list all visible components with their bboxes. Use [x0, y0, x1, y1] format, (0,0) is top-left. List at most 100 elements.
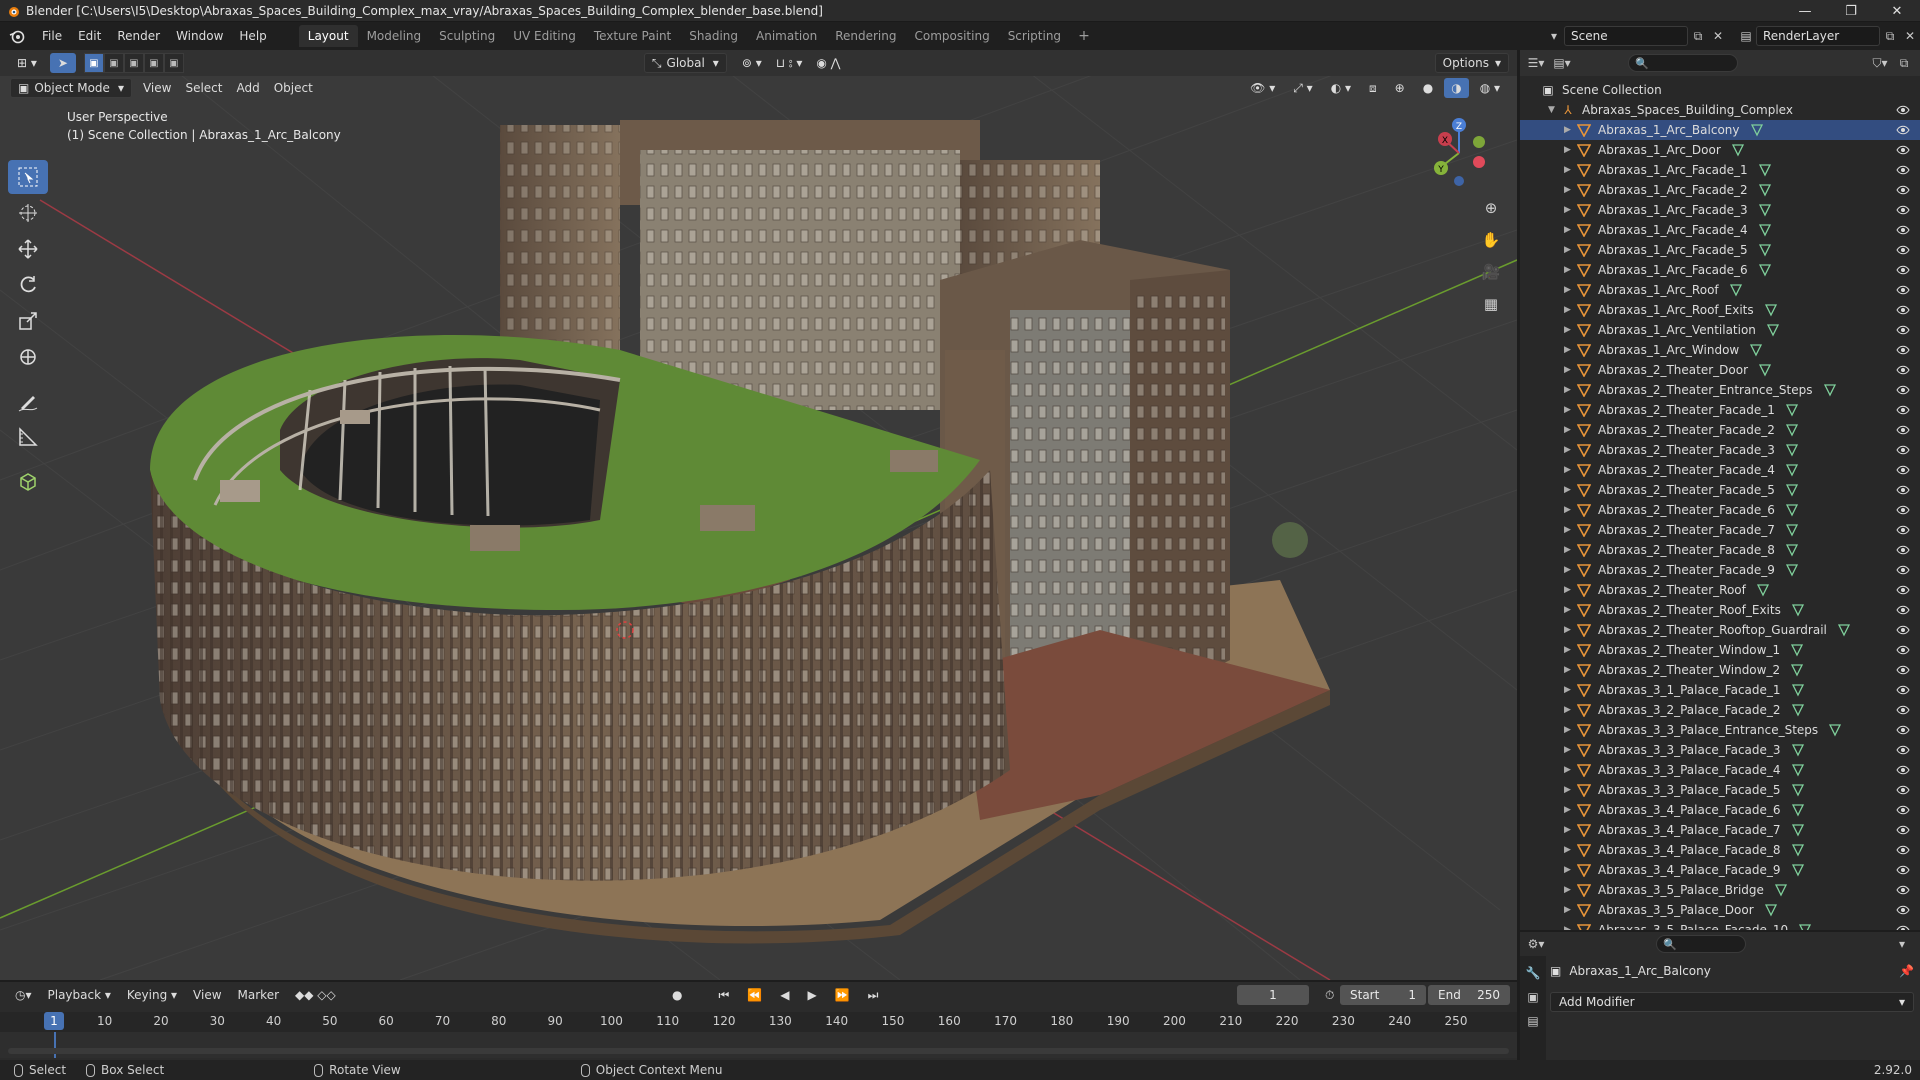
ortho-grid-icon[interactable]: ▦: [1478, 291, 1504, 317]
outliner-object-row[interactable]: ▶ Abraxas_1_Arc_Window: [1520, 340, 1920, 360]
expand-arrow-icon[interactable]: ▶: [1564, 625, 1576, 635]
eye-icon[interactable]: [1896, 623, 1910, 637]
outliner-object-row[interactable]: ▶ Abraxas_1_Arc_Door: [1520, 140, 1920, 160]
expand-arrow-icon[interactable]: ▶: [1564, 365, 1576, 375]
mesh-data-icon[interactable]: [1823, 383, 1837, 397]
expand-arrow-icon[interactable]: ▶: [1564, 605, 1576, 615]
navigation-gizmo[interactable]: Z Y X: [1425, 115, 1495, 190]
outliner-editor-type-icon[interactable]: ☰▾: [1526, 53, 1546, 73]
outliner-object-row[interactable]: ▶ Abraxas_1_Arc_Facade_6: [1520, 260, 1920, 280]
outliner-object-row[interactable]: ▶ Abraxas_3_4_Palace_Facade_6: [1520, 800, 1920, 820]
expand-arrow-icon[interactable]: ▶: [1564, 805, 1576, 815]
tab-uv-editing[interactable]: UV Editing: [504, 25, 585, 47]
eye-icon[interactable]: [1896, 543, 1910, 557]
new-view-layer-icon[interactable]: ⧉: [1880, 26, 1900, 46]
mesh-data-icon[interactable]: [1791, 743, 1805, 757]
move-tool-icon[interactable]: [8, 232, 48, 266]
expand-arrow-icon[interactable]: ▶: [1564, 565, 1576, 575]
expand-arrow-icon[interactable]: ▶: [1564, 885, 1576, 895]
outliner-object-row[interactable]: ▶ Abraxas_3_3_Palace_Facade_3: [1520, 740, 1920, 760]
expand-arrow-icon[interactable]: ▶: [1564, 125, 1576, 135]
menu-object[interactable]: Object: [267, 78, 320, 98]
mode-subtract-icon[interactable]: ▣: [123, 53, 144, 73]
new-scene-icon[interactable]: ⧉: [1688, 26, 1708, 46]
mesh-data-icon[interactable]: [1731, 143, 1745, 157]
expand-arrow-icon[interactable]: ▶: [1564, 425, 1576, 435]
mesh-data-icon[interactable]: [1791, 843, 1805, 857]
transform-orientation-dropdown[interactable]: ⤡ Global ▾: [643, 53, 727, 73]
outliner-object-row[interactable]: ▶ Abraxas_2_Theater_Facade_3: [1520, 440, 1920, 460]
eye-icon[interactable]: [1896, 923, 1910, 930]
eye-icon[interactable]: [1896, 663, 1910, 677]
expand-arrow-icon[interactable]: ▶: [1564, 525, 1576, 535]
mesh-data-icon[interactable]: [1758, 183, 1772, 197]
eye-icon[interactable]: [1896, 823, 1910, 837]
eye-icon[interactable]: [1896, 343, 1910, 357]
expand-arrow-icon[interactable]: ▶: [1564, 225, 1576, 235]
expand-arrow-icon[interactable]: ▶: [1564, 325, 1576, 335]
eye-icon[interactable]: [1896, 183, 1910, 197]
mesh-data-icon[interactable]: [1758, 163, 1772, 177]
tab-layout[interactable]: Layout: [298, 25, 358, 47]
eye-icon[interactable]: [1896, 763, 1910, 777]
eye-icon[interactable]: [1896, 583, 1910, 597]
mesh-data-icon[interactable]: [1785, 403, 1799, 417]
eye-icon[interactable]: [1896, 563, 1910, 577]
rendered-shading-icon[interactable]: ◍ ▾: [1473, 78, 1507, 98]
mesh-data-icon[interactable]: [1791, 683, 1805, 697]
outliner-object-row[interactable]: ▶ Abraxas_2_Theater_Rooftop_Guardrail: [1520, 620, 1920, 640]
outliner-search-input[interactable]: 🔍: [1628, 54, 1738, 72]
jump-end-icon[interactable]: ⏭: [861, 985, 886, 1005]
outliner-object-row[interactable]: ▶ Abraxas_3_1_Palace_Facade_1: [1520, 680, 1920, 700]
view-layer-icon[interactable]: ▤: [1736, 26, 1756, 46]
mesh-data-icon[interactable]: [1749, 343, 1763, 357]
scene-field[interactable]: Scene: [1564, 26, 1688, 46]
outliner-object-row[interactable]: ▶ Abraxas_2_Theater_Facade_9: [1520, 560, 1920, 580]
eye-icon[interactable]: [1896, 103, 1910, 117]
expand-arrow-icon[interactable]: ▶: [1564, 465, 1576, 475]
outliner-object-row[interactable]: ▶ Abraxas_1_Arc_Facade_3: [1520, 200, 1920, 220]
tab-scripting[interactable]: Scripting: [999, 25, 1070, 47]
timeline-scrollbar[interactable]: [8, 1048, 1509, 1054]
play-reverse-icon[interactable]: ◀: [773, 985, 796, 1005]
menu-add[interactable]: Add: [229, 78, 266, 98]
eye-icon[interactable]: [1896, 523, 1910, 537]
outliner-object-row[interactable]: ▶ Abraxas_2_Theater_Facade_5: [1520, 480, 1920, 500]
eye-icon[interactable]: [1896, 603, 1910, 617]
scale-tool-icon[interactable]: [8, 304, 48, 338]
eye-icon[interactable]: [1896, 743, 1910, 757]
expand-arrow-icon[interactable]: ▶: [1564, 585, 1576, 595]
outliner-object-row[interactable]: ▶ Abraxas_1_Arc_Balcony: [1520, 120, 1920, 140]
expand-arrow-icon[interactable]: ▶: [1564, 745, 1576, 755]
eye-icon[interactable]: [1896, 883, 1910, 897]
annotate-tool-icon[interactable]: [8, 384, 48, 418]
outliner-object-row[interactable]: ▶ Abraxas_3_3_Palace_Facade_5: [1520, 780, 1920, 800]
outliner-object-row[interactable]: ▶ Abraxas_2_Theater_Facade_4: [1520, 460, 1920, 480]
end-frame-field[interactable]: End 250: [1428, 985, 1510, 1005]
display-mode-icon[interactable]: ▤▾: [1552, 53, 1572, 73]
jump-start-icon[interactable]: ⏮: [711, 985, 736, 1005]
proportional-edit-icon[interactable]: ◉ ⋀: [809, 53, 847, 73]
render-tab-icon[interactable]: ▣: [1527, 990, 1538, 1004]
menu-render[interactable]: Render: [109, 25, 168, 47]
minimize-button[interactable]: —: [1782, 0, 1828, 22]
mesh-data-icon[interactable]: [1785, 523, 1799, 537]
outliner-object-row[interactable]: ▶ Abraxas_2_Theater_Facade_7: [1520, 520, 1920, 540]
mesh-data-icon[interactable]: [1758, 243, 1772, 257]
timeline-editor-type-icon[interactable]: ◷▾: [8, 985, 39, 1005]
eye-icon[interactable]: [1896, 163, 1910, 177]
current-frame-field[interactable]: 1: [1237, 985, 1309, 1005]
outliner-object-row[interactable]: ▶ Abraxas_2_Theater_Facade_8: [1520, 540, 1920, 560]
mesh-data-icon[interactable]: [1766, 323, 1780, 337]
tab-animation[interactable]: Animation: [747, 25, 826, 47]
eye-icon[interactable]: [1896, 863, 1910, 877]
outliner-object-row[interactable]: ▶ Abraxas_2_Theater_Door: [1520, 360, 1920, 380]
expand-arrow-icon[interactable]: ▶: [1564, 345, 1576, 355]
outliner-object-row[interactable]: ▶ Abraxas_3_5_Palace_Bridge: [1520, 880, 1920, 900]
mesh-data-icon[interactable]: [1758, 223, 1772, 237]
menu-help[interactable]: Help: [231, 25, 274, 47]
expand-arrow-icon[interactable]: ▶: [1564, 785, 1576, 795]
add-workspace-button[interactable]: +: [1070, 25, 1098, 47]
mesh-data-icon[interactable]: [1758, 263, 1772, 277]
eye-icon[interactable]: [1896, 463, 1910, 477]
